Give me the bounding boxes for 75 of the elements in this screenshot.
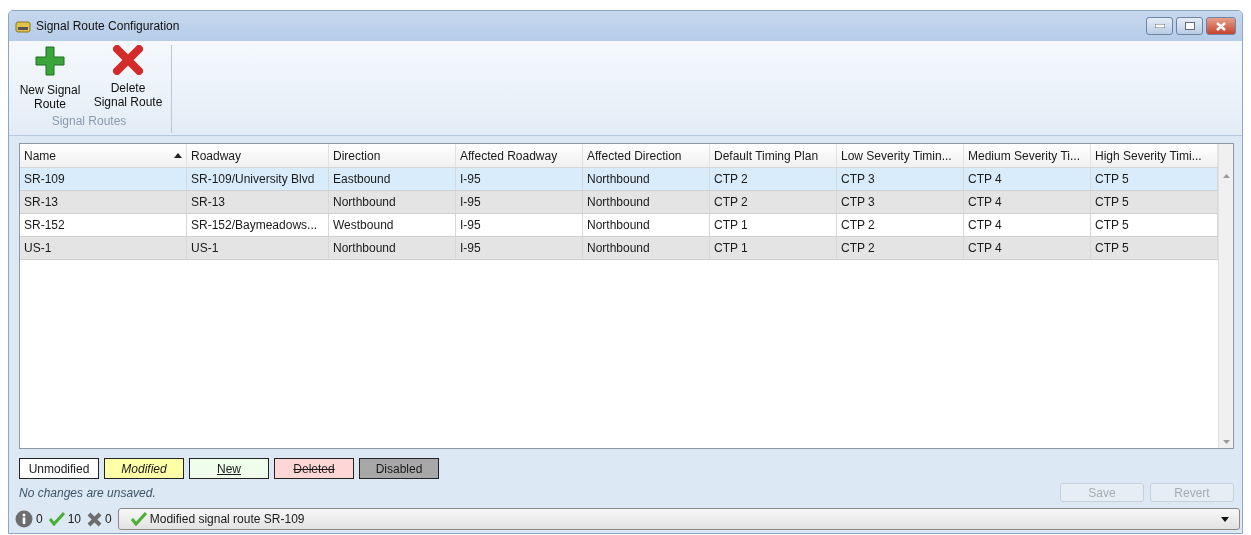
table-cell: CTP 4	[964, 214, 1091, 236]
table-cell: Northbound	[583, 191, 710, 213]
count-label: 10	[67, 512, 82, 526]
table-cell: CTP 1	[710, 214, 837, 236]
group-label: Signal Routes	[51, 114, 127, 128]
table-cell: Eastbound	[329, 168, 456, 190]
table-cell: CTP 1	[710, 237, 837, 259]
minimize-icon	[1154, 24, 1165, 28]
maximize-button[interactable]	[1176, 17, 1203, 35]
table-cell: US-1	[187, 237, 329, 259]
table-row[interactable]: SR-109 SR-109/University Blvd Eastbound I-95 Northbound CTP 2 CTP 3 CTP 4 CTP 5	[20, 168, 1218, 191]
close-icon	[1216, 21, 1226, 31]
table-cell: CTP 4	[964, 191, 1091, 213]
column-header[interactable]: Direction	[329, 144, 456, 167]
table-cell: Northbound	[583, 237, 710, 259]
dropdown-caret-icon	[1221, 516, 1229, 522]
table-cell: SR-152/Baymeadows...	[187, 214, 329, 236]
check-icon	[130, 512, 147, 526]
legend-swatch: Disabled	[359, 458, 439, 479]
scroll-up-icon	[1222, 174, 1230, 178]
plus-icon	[34, 45, 66, 77]
table-cell: I-95	[456, 237, 583, 259]
legend-swatch: Modified	[104, 458, 184, 479]
table-cell: SR-109	[20, 168, 187, 190]
table-cell: US-1	[20, 237, 187, 259]
column-header[interactable]: Roadway	[187, 144, 329, 167]
column-header[interactable]: Medium Severity Ti...	[964, 144, 1091, 167]
legend-swatch: New	[189, 458, 269, 479]
ribbon-button[interactable]: Delete Signal Route	[91, 45, 165, 111]
column-header[interactable]: Affected Direction	[583, 144, 710, 167]
legend-swatch: Unmodified	[19, 458, 99, 479]
column-header[interactable]: Affected Roadway	[456, 144, 583, 167]
column-header[interactable]: Low Severity Timin...	[837, 144, 964, 167]
maximize-icon	[1184, 22, 1195, 30]
table-cell: CTP 4	[964, 168, 1091, 190]
window-title: Signal Route Configuration	[36, 19, 181, 33]
message-dropdown[interactable]: Modified signal route SR-109	[117, 508, 1240, 530]
table-cell: I-95	[456, 214, 583, 236]
table-cell: SR-152	[20, 214, 187, 236]
info-icon	[15, 510, 33, 528]
table-row[interactable]: SR-13 SR-13 Northbound I-95 Northbound CTP 2 CTP 3 CTP 4 CTP 5	[20, 191, 1218, 214]
table-cell: Westbound	[329, 214, 456, 236]
error-icon	[87, 511, 103, 527]
table-cell: Northbound	[329, 191, 456, 213]
table-row[interactable]: SR-152 SR-152/Baymeadows... Westbound I-95 Northbound CTP 1 CTP 2 CTP 4 CTP 5	[20, 214, 1218, 237]
scrollbar[interactable]	[1218, 144, 1233, 448]
table-row[interactable]: US-1 US-1 Northbound I-95 Northbound CTP 1 CTP 2 CTP 4 CTP 5	[20, 237, 1218, 260]
table-cell: CTP 2	[710, 168, 837, 190]
cross-icon	[113, 45, 143, 75]
ribbon-button[interactable]: New Signal Route	[13, 45, 87, 111]
minimize-button[interactable]	[1146, 17, 1173, 35]
column-header[interactable]: Name	[20, 144, 187, 167]
changes-note: No changes are unsaved.	[19, 486, 156, 500]
app-icon	[15, 19, 31, 33]
count-label: 0	[36, 512, 43, 526]
table-cell: Northbound	[583, 168, 710, 190]
table-cell: CTP 3	[837, 168, 964, 190]
column-header[interactable]: Default Timing Plan	[710, 144, 837, 167]
table-cell: SR-13	[20, 191, 187, 213]
scroll-down-icon	[1222, 440, 1230, 444]
table-cell: Northbound	[583, 214, 710, 236]
legend-swatch: Deleted	[274, 458, 354, 479]
table-cell: SR-109/University Blvd	[187, 168, 329, 190]
table-cell: SR-13	[187, 191, 329, 213]
check-icon	[48, 512, 65, 526]
table-cell: I-95	[456, 168, 583, 190]
table-cell: CTP 2	[837, 237, 964, 259]
table-cell: CTP 2	[710, 191, 837, 213]
table-cell: CTP 4	[964, 237, 1091, 259]
count-label: 0	[105, 512, 112, 526]
table-cell: I-95	[456, 191, 583, 213]
close-button[interactable]	[1206, 17, 1236, 35]
table-cell: Northbound	[329, 237, 456, 259]
table-cell: CTP 2	[837, 214, 964, 236]
table-cell: CTP 3	[837, 191, 964, 213]
